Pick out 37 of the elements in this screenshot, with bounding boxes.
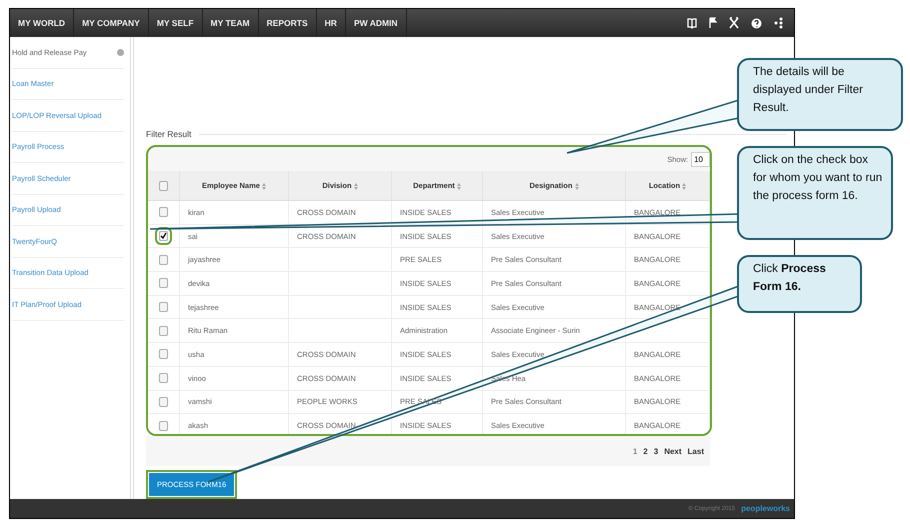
brand-logo: peopleworks (741, 504, 790, 513)
pagination-link[interactable]: Next (664, 446, 682, 456)
checkbox[interactable] (159, 373, 168, 384)
pagination-link[interactable]: 2 (643, 446, 648, 456)
nav-menu-item[interactable]: HR (316, 9, 346, 37)
section-title: Filter Result (146, 129, 192, 139)
share-icon[interactable] (774, 17, 784, 29)
page-size-select[interactable]: 10 (691, 152, 710, 166)
checkbox[interactable] (159, 254, 168, 265)
checkbox[interactable] (159, 420, 168, 431)
sort-icon[interactable] (574, 182, 578, 190)
checkbox[interactable] (159, 207, 168, 218)
flag-icon[interactable] (709, 17, 717, 29)
help-icon[interactable] (751, 18, 762, 28)
callout-note: Click Process Form 16. (737, 255, 862, 313)
checkbox[interactable] (159, 278, 168, 288)
sort-icon[interactable] (682, 182, 686, 190)
checkbox[interactable] (159, 396, 168, 407)
nav-menu-item[interactable]: REPORTS (258, 9, 317, 37)
pagination-link[interactable]: Last (688, 446, 704, 456)
callout-note: The details will be displayed under Filter Result. (737, 58, 903, 131)
nav-menu-item[interactable]: MY SELF (148, 9, 203, 37)
sort-icon[interactable] (354, 182, 358, 190)
tools-icon[interactable] (729, 17, 739, 29)
pagination-link[interactable]: 3 (654, 446, 658, 456)
checkbox[interactable] (159, 302, 168, 312)
nav-menu-item[interactable]: MY TEAM (202, 9, 259, 37)
sort-icon[interactable] (262, 182, 266, 190)
nav-menu-item[interactable]: PW ADMIN (346, 9, 407, 37)
checkbox[interactable] (159, 180, 168, 190)
nav-menu-item[interactable]: MY COMPANY (74, 9, 149, 37)
checkbox[interactable] (159, 349, 168, 360)
book-icon[interactable] (687, 18, 697, 28)
callout-note: Click on the check box for whom you want to run the process form 16. (737, 146, 893, 240)
sort-icon[interactable] (456, 182, 461, 190)
checkbox[interactable] (159, 326, 168, 336)
nav-menu-item[interactable]: MY WORLD (10, 9, 74, 37)
